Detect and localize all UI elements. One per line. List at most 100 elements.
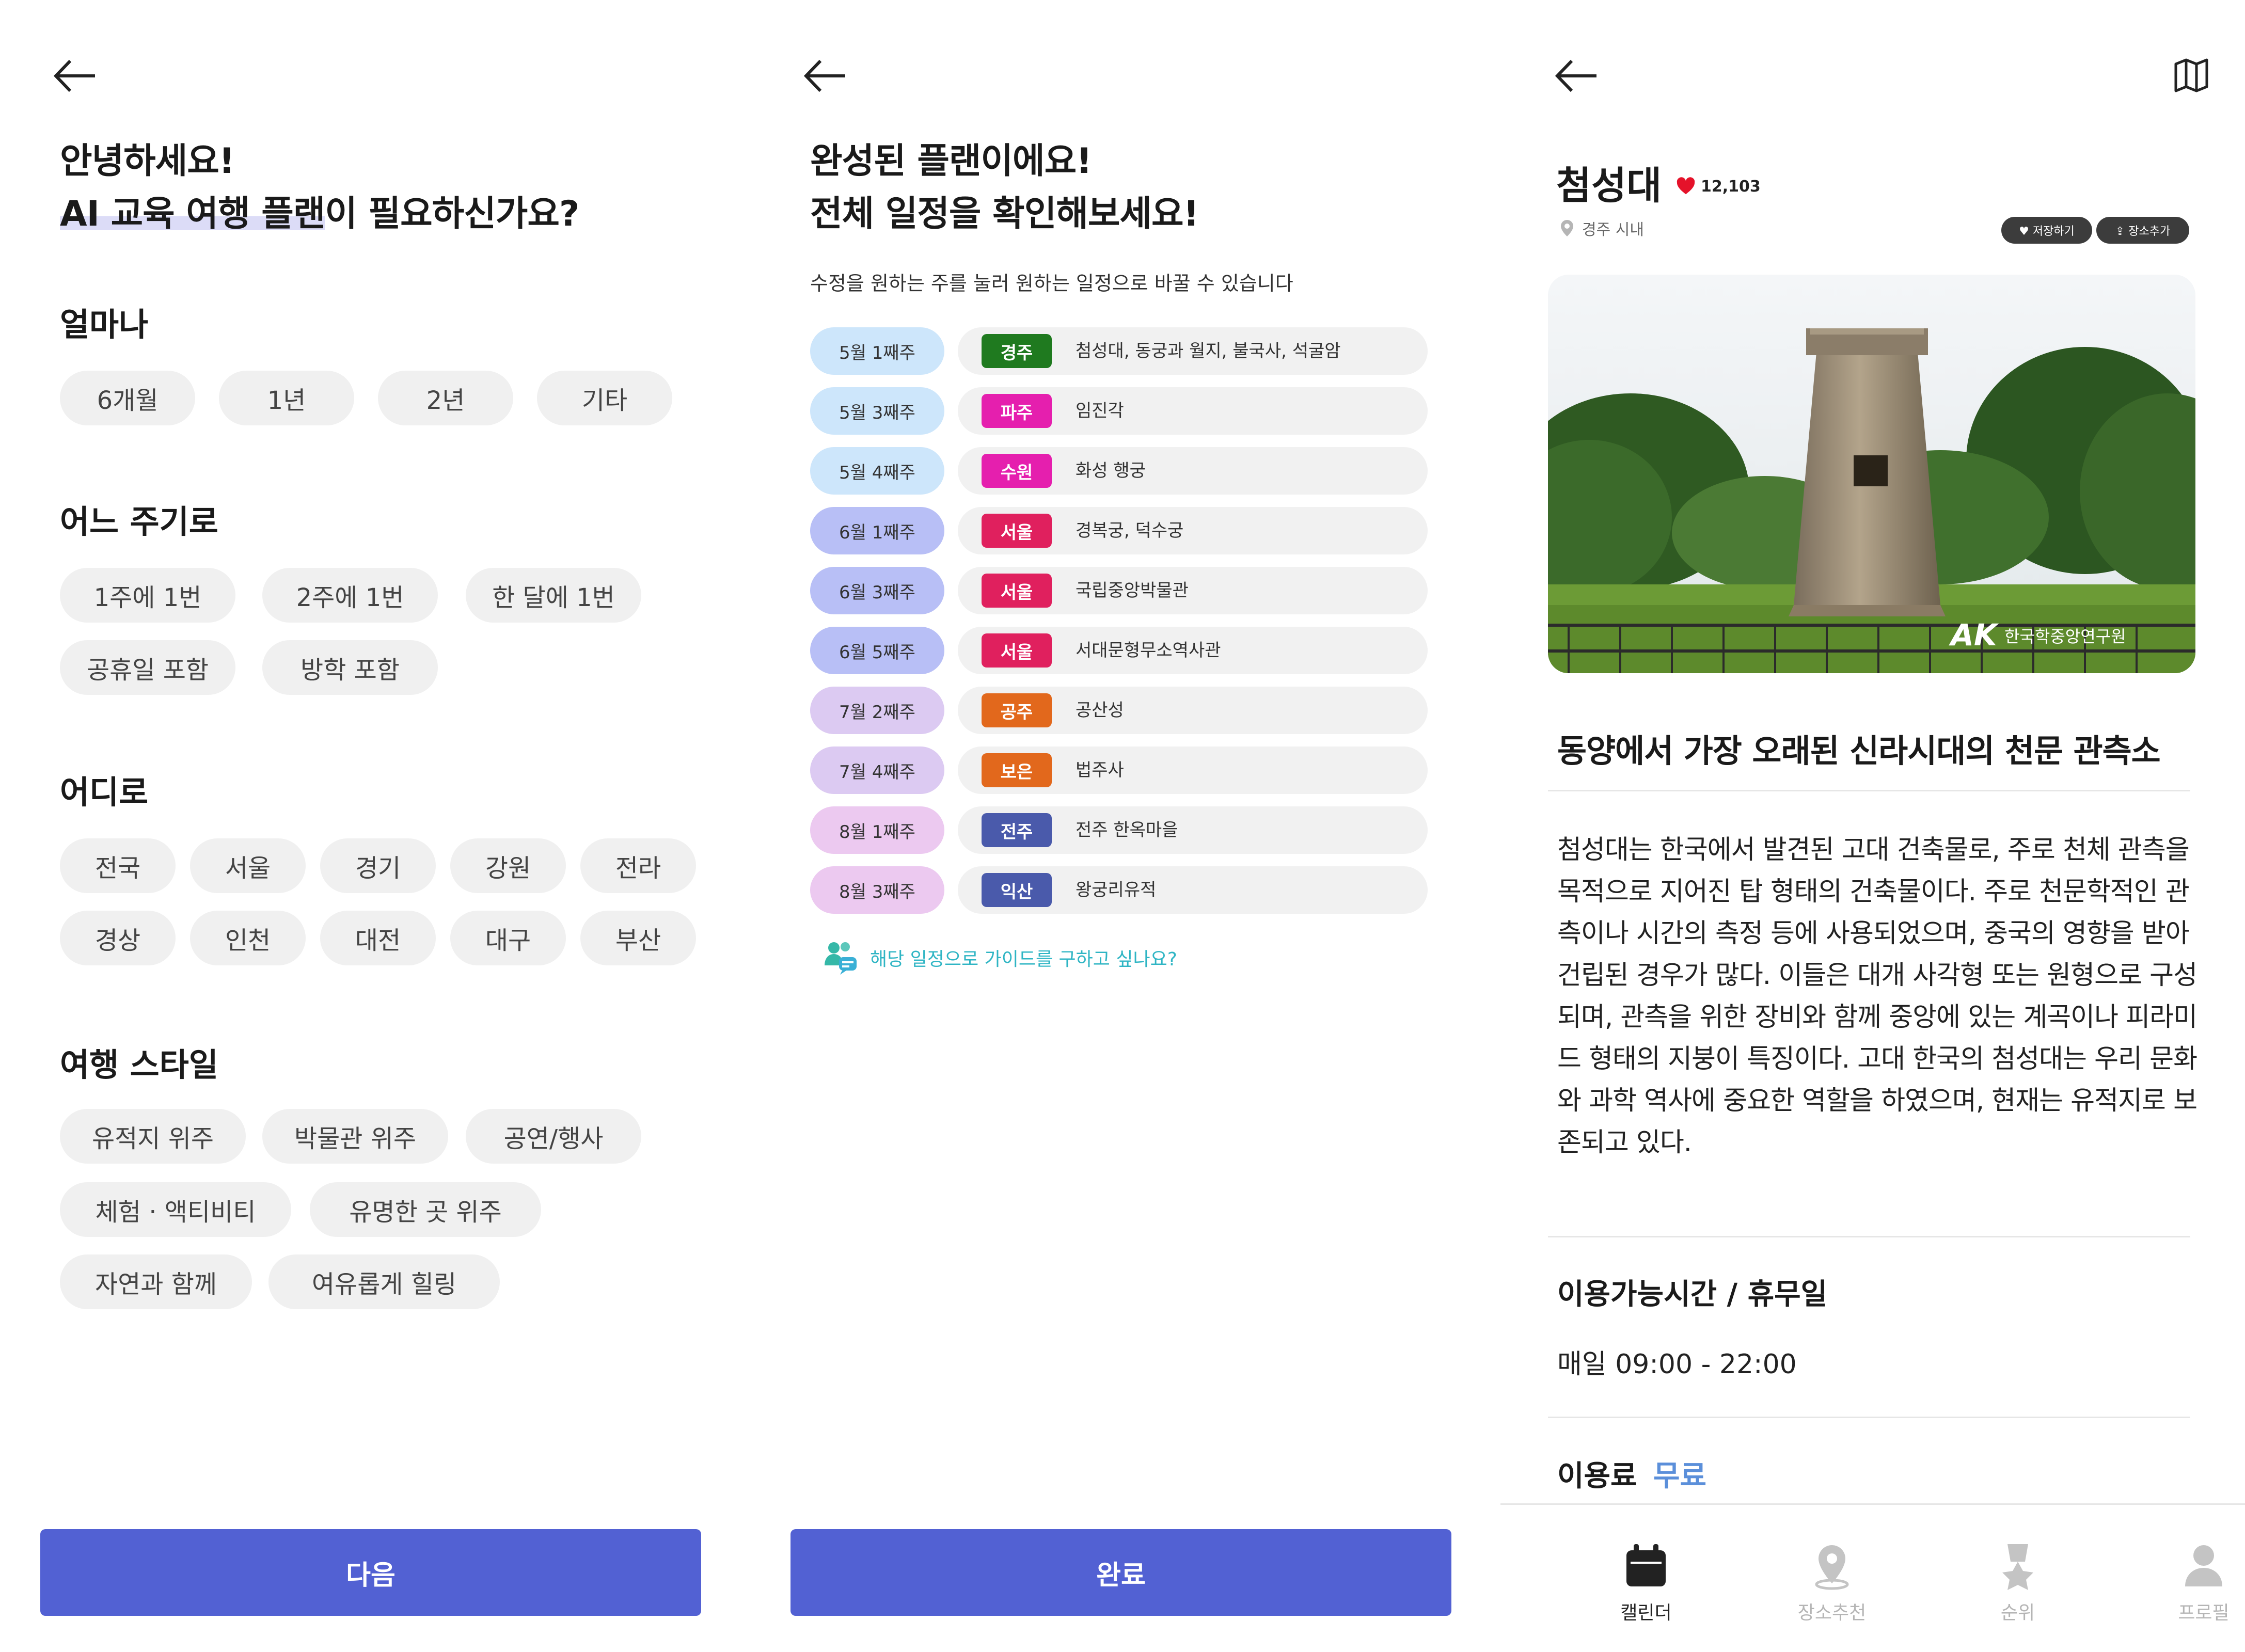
option-style-healing[interactable]: 여유롭게 힐링	[268, 1254, 500, 1309]
add-place-button[interactable]: ⇪ 장소추가	[2096, 217, 2189, 244]
option-6-months[interactable]: 6개월	[60, 371, 195, 425]
cheomseongdae-image: AK 한국학중앙연구원	[1548, 275, 2195, 673]
plan-item[interactable]: 서울 경복궁, 덕수궁	[958, 507, 1428, 554]
place-description: 첨성대는 한국에서 발견된 고대 건축물로, 주로 천체 관측을 목적으로 지어…	[1557, 835, 2197, 1158]
places-text: 화성 행궁	[1076, 460, 1146, 481]
plan-item[interactable]: 익산 왕궁리유적	[958, 866, 1428, 914]
week-chip[interactable]: 6월 1째주	[810, 507, 944, 554]
option-style-performance[interactable]: 공연/행사	[466, 1109, 641, 1164]
back-button[interactable]	[803, 58, 846, 94]
plan-item[interactable]: 서울 국립중앙박물관	[958, 567, 1428, 614]
schedule-row: 7월 2째주 공주 공산성	[810, 687, 1428, 734]
place-name: 첨성대	[1556, 164, 1662, 208]
option-region-nationwide[interactable]: 전국	[60, 838, 176, 893]
option-region-daegu[interactable]: 대구	[450, 911, 566, 965]
option-region-jeolla[interactable]: 전라	[580, 838, 696, 893]
map-view-button[interactable]	[2173, 57, 2210, 94]
done-button[interactable]: 완료	[791, 1529, 1451, 1616]
week-chip[interactable]: 5월 1째주	[810, 327, 944, 375]
option-region-seoul[interactable]: 서울	[190, 838, 306, 893]
schedule-row: 7월 4째주 보은 법주사	[810, 746, 1428, 794]
option-biweekly[interactable]: 2주에 1번	[262, 568, 438, 623]
option-region-incheon[interactable]: 인천	[190, 911, 306, 965]
week-chip[interactable]: 8월 3째주	[810, 866, 944, 914]
week-chip[interactable]: 5월 3째주	[810, 387, 944, 435]
city-badge: 경주	[982, 334, 1052, 368]
calendar-icon	[1626, 1544, 1666, 1586]
save-button[interactable]: ♥ 저장하기	[2001, 217, 2092, 244]
plan-item[interactable]: 전주 전주 한옥마을	[958, 806, 1428, 854]
divider	[1548, 1417, 2190, 1418]
bottom-tab-bar: 캘린더 장소추천 순위 프로필	[1500, 1503, 2245, 1652]
places-text: 국립중앙박물관	[1076, 580, 1189, 601]
places-text: 전주 한옥마을	[1076, 820, 1178, 840]
place-detail-screen: 첨성대 12,103 경주 시내 ♥ 저장하기 ⇪ 장소추가 AK 한국학중앙연…	[1500, 0, 2245, 1652]
city-badge: 서울	[982, 633, 1052, 668]
tab-recommend[interactable]: 장소추천	[1780, 1541, 1884, 1625]
option-region-gyeonggi[interactable]: 경기	[320, 838, 436, 893]
plan-item[interactable]: 보은 법주사	[958, 746, 1428, 794]
schedule-row: 6월 1째주 서울 경복궁, 덕수궁	[810, 507, 1428, 554]
svg-text:AK: AK	[1949, 617, 1999, 653]
plan-item[interactable]: 공주 공산성	[958, 687, 1428, 734]
find-guide-link[interactable]: 해당 일정으로 가이드를 구하고 싶나요?	[823, 940, 1177, 976]
schedule-row: 8월 1째주 전주 전주 한옥마을	[810, 806, 1428, 854]
option-1-year[interactable]: 1년	[219, 371, 354, 425]
week-chip[interactable]: 6월 3째주	[810, 567, 944, 614]
tab-recommend-label: 장소추천	[1797, 1602, 1867, 1624]
guide-chat-icon	[825, 942, 857, 975]
place-headline: 동양에서 가장 오래된 신라시대의 천문 관측소	[1557, 732, 2161, 770]
like-count[interactable]: 12,103	[1676, 177, 1761, 196]
option-style-historic[interactable]: 유적지 위주	[60, 1109, 246, 1164]
page-title: 완성된 플랜이에요! 전체 일정을 확인해보세요!	[810, 135, 1199, 241]
option-weekly[interactable]: 1주에 1번	[60, 568, 235, 623]
fee-label: 이용료	[1557, 1459, 1637, 1493]
option-2-years[interactable]: 2년	[378, 371, 513, 425]
option-other[interactable]: 기타	[537, 371, 672, 425]
tab-profile-label: 프로필	[2178, 1602, 2230, 1624]
week-chip[interactable]: 6월 5째주	[810, 627, 944, 674]
option-style-nature[interactable]: 자연과 함께	[60, 1254, 252, 1309]
option-style-museum[interactable]: 박물관 위주	[262, 1109, 448, 1164]
title-line-2: AI 교육 여행 플랜이 필요하신가요?	[60, 188, 579, 241]
option-monthly[interactable]: 한 달에 1번	[466, 568, 641, 623]
place-location: 경주 시내	[1559, 217, 1644, 240]
title-line-2: 전체 일정을 확인해보세요!	[810, 194, 1199, 234]
back-button[interactable]	[53, 58, 96, 94]
schedule-row: 8월 3째주 익산 왕궁리유적	[810, 866, 1428, 914]
places-text: 법주사	[1076, 760, 1124, 781]
plan-item[interactable]: 서울 서대문형무소역사관	[958, 627, 1428, 674]
hours-title: 이용가능시간 / 휴무일	[1557, 1278, 1828, 1311]
option-include-vacation[interactable]: 방학 포함	[262, 640, 438, 695]
plan-item[interactable]: 파주 임진각	[958, 387, 1428, 435]
week-chip[interactable]: 5월 4째주	[810, 447, 944, 495]
places-text: 경복궁, 덕수궁	[1076, 520, 1184, 541]
option-style-activity[interactable]: 체험 · 액티비티	[60, 1182, 291, 1237]
places-text: 서대문형무소역사관	[1076, 640, 1221, 661]
title-line-1: 안녕하세요!	[60, 141, 235, 182]
option-style-famous[interactable]: 유명한 곳 위주	[310, 1182, 541, 1237]
tab-profile[interactable]: 프로필	[2152, 1541, 2245, 1625]
option-region-gangwon[interactable]: 강원	[450, 838, 566, 893]
tab-calendar[interactable]: 캘린더	[1594, 1541, 1698, 1625]
week-chip[interactable]: 7월 2째주	[810, 687, 944, 734]
tab-ranking[interactable]: 순위	[1966, 1541, 2069, 1625]
week-chip[interactable]: 7월 4째주	[810, 746, 944, 794]
back-button[interactable]	[1555, 58, 1598, 94]
plan-item[interactable]: 경주 첨성대, 동궁과 월지, 불국사, 석굴암	[958, 327, 1428, 375]
schedule-row: 6월 3째주 서울 국립중앙박물관	[810, 567, 1428, 614]
section-region-title: 어디로	[60, 773, 149, 811]
arrow-left-icon	[1555, 59, 1596, 92]
option-region-busan[interactable]: 부산	[580, 911, 696, 965]
plan-item[interactable]: 수원 화성 행궁	[958, 447, 1428, 495]
week-chip[interactable]: 8월 1째주	[810, 806, 944, 854]
next-button[interactable]: 다음	[40, 1529, 701, 1616]
city-badge: 전주	[982, 813, 1052, 847]
option-region-gyeongsang[interactable]: 경상	[60, 911, 176, 965]
option-region-daejeon[interactable]: 대전	[320, 911, 436, 965]
divider	[1548, 790, 2190, 791]
city-badge: 서울	[982, 574, 1052, 608]
arrow-left-icon	[53, 59, 95, 92]
option-include-holidays[interactable]: 공휴일 포함	[60, 640, 235, 695]
place-photo: AK 한국학중앙연구원	[1548, 275, 2195, 673]
